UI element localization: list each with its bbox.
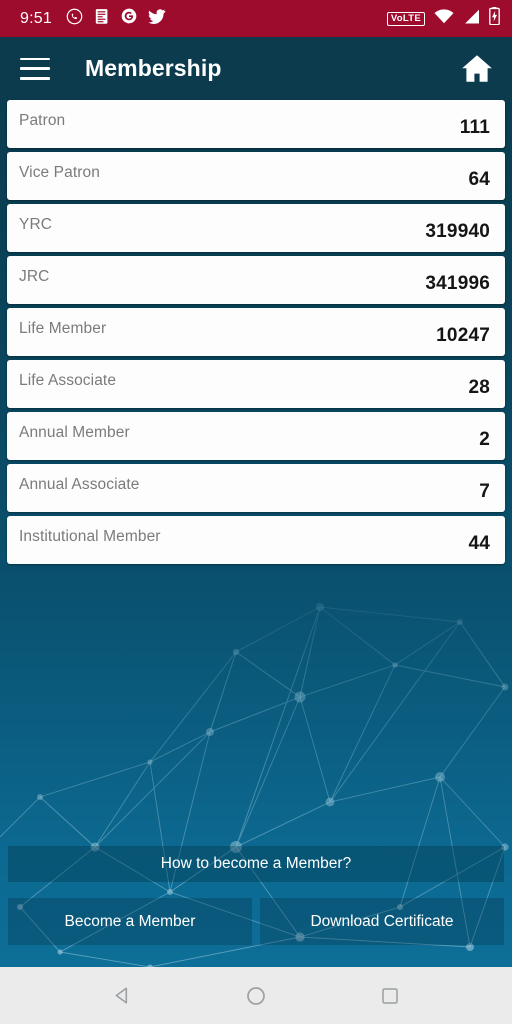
- table-row[interactable]: Life Associate 28: [7, 360, 505, 408]
- table-row[interactable]: JRC 341996: [7, 256, 505, 304]
- row-label: Annual Associate: [19, 476, 140, 493]
- row-value: 319940: [425, 221, 490, 242]
- twitter-icon: [148, 8, 166, 29]
- status-bar-left: 9:51: [20, 8, 387, 30]
- row-value: 341996: [425, 273, 490, 294]
- become-member-button[interactable]: Become a Member: [8, 898, 252, 945]
- table-row[interactable]: Vice Patron 64: [7, 152, 505, 200]
- whatsapp-icon: [66, 8, 83, 30]
- row-value: 2: [479, 429, 490, 450]
- news-document-icon: [94, 8, 110, 30]
- wifi-icon: [434, 8, 454, 29]
- row-label: YRC: [19, 216, 53, 233]
- row-label: Vice Patron: [19, 164, 100, 181]
- table-row[interactable]: Patron 111: [7, 100, 505, 148]
- page-title: Membership: [85, 55, 222, 81]
- download-certificate-button[interactable]: Download Certificate: [260, 898, 504, 945]
- home-icon[interactable]: [460, 52, 494, 86]
- row-label: Life Member: [19, 320, 107, 337]
- table-row[interactable]: Institutional Member 44: [7, 516, 505, 564]
- app-bar: Membership: [0, 37, 512, 100]
- hamburger-menu-icon[interactable]: [20, 57, 50, 80]
- status-bar-right: VoLTE: [386, 7, 500, 30]
- cellular-signal-icon: [463, 9, 480, 29]
- row-value: 64: [468, 169, 490, 190]
- android-navigation-bar: [0, 967, 512, 1024]
- table-row[interactable]: YRC 319940: [7, 204, 505, 252]
- home-circle-icon[interactable]: [235, 975, 277, 1017]
- row-label: Life Associate: [19, 372, 117, 389]
- membership-list: Patron 111 Vice Patron 64 YRC 319940 JRC…: [0, 100, 512, 568]
- row-value: 7: [479, 481, 490, 502]
- action-button-row: Become a Member Download Certificate: [8, 898, 504, 945]
- row-value: 111: [459, 117, 490, 138]
- row-label: Institutional Member: [19, 528, 161, 545]
- app-screen: 9:51 VoLTE Membership Patron 111 Vice Pa…: [0, 0, 512, 1024]
- row-label: Annual Member: [19, 424, 130, 441]
- back-triangle-icon[interactable]: [101, 975, 143, 1017]
- table-row[interactable]: Annual Associate 7: [7, 464, 505, 512]
- row-value: 44: [468, 533, 490, 554]
- recents-square-icon[interactable]: [369, 975, 411, 1017]
- table-row[interactable]: Annual Member 2: [7, 412, 505, 460]
- google-icon: [121, 8, 137, 29]
- hamburger-bar: [20, 57, 50, 61]
- hamburger-bar: [20, 67, 50, 70]
- volte-icon: VoLTE: [386, 11, 425, 26]
- action-buttons: How to become a Member? Become a Member …: [0, 846, 512, 945]
- how-to-become-member-button[interactable]: How to become a Member?: [8, 846, 504, 882]
- status-clock: 9:51: [20, 9, 52, 27]
- hamburger-bar: [20, 76, 50, 80]
- row-value: 28: [468, 377, 490, 398]
- status-bar: 9:51 VoLTE: [0, 0, 512, 37]
- row-label: Patron: [19, 112, 66, 129]
- row-label: JRC: [19, 268, 50, 285]
- battery-charging-icon: [489, 7, 500, 30]
- row-value: 10247: [436, 325, 490, 346]
- table-row[interactable]: Life Member 10247: [7, 308, 505, 356]
